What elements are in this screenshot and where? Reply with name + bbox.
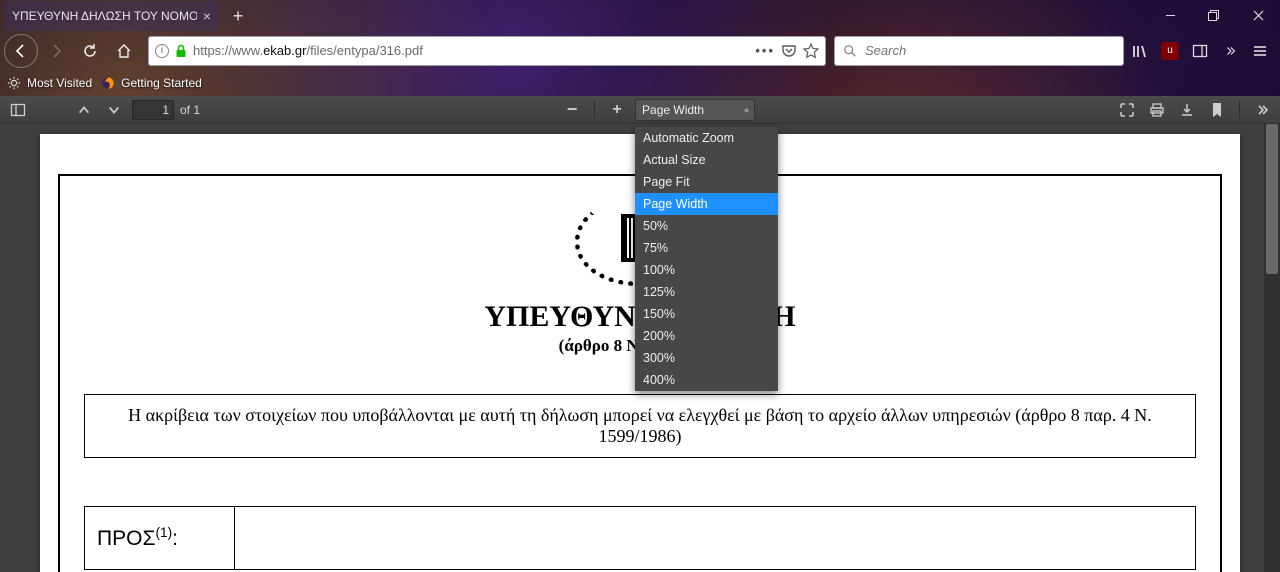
zoom-option[interactable]: 200%	[635, 325, 778, 347]
vertical-scrollbar[interactable]	[1264, 124, 1280, 572]
new-tab-button[interactable]: +	[225, 3, 251, 29]
pdf-zoom-select[interactable]: Page Width	[635, 99, 755, 121]
form-value-pros	[234, 506, 1196, 570]
bookmark-most-visited[interactable]: Most Visited	[6, 75, 92, 91]
nav-reload-button[interactable]	[74, 35, 106, 67]
zoom-option[interactable]: 50%	[635, 215, 778, 237]
pdf-page-input[interactable]	[132, 100, 174, 120]
app-menu-icon[interactable]	[1246, 36, 1274, 66]
zoom-option[interactable]: Page Fit	[635, 171, 778, 193]
pdf-bookmark-button[interactable]	[1205, 99, 1229, 121]
pocket-icon[interactable]	[781, 43, 797, 59]
info-icon[interactable]: i	[155, 44, 169, 58]
zoom-option[interactable]: Actual Size	[635, 149, 778, 171]
zoom-option[interactable]: Page Width	[635, 193, 778, 215]
close-tab-icon[interactable]: ×	[203, 8, 211, 24]
window-restore-button[interactable]	[1192, 0, 1236, 31]
pdf-download-button[interactable]	[1175, 99, 1199, 121]
search-input[interactable]	[865, 43, 1115, 58]
zoom-option[interactable]: Automatic Zoom	[635, 127, 778, 149]
window-minimize-button[interactable]	[1148, 0, 1192, 31]
pdf-zoom-menu[interactable]: Automatic ZoomActual SizePage FitPage Wi…	[635, 127, 778, 391]
search-icon	[843, 44, 857, 58]
pdf-next-page-button[interactable]	[102, 99, 126, 121]
pdf-zoom-out-button[interactable]: −	[560, 99, 584, 121]
nav-forward-button	[40, 35, 72, 67]
pdf-tools-button[interactable]	[1250, 99, 1274, 121]
form-label-pros: ΠΡΟΣ(1):	[84, 506, 234, 570]
pdf-page-total: of 1	[180, 103, 200, 117]
gear-icon	[6, 75, 22, 91]
overflow-icon[interactable]	[1216, 36, 1244, 66]
search-bar[interactable]	[834, 36, 1124, 66]
zoom-option[interactable]: 150%	[635, 303, 778, 325]
window-close-button[interactable]	[1236, 0, 1280, 31]
nav-home-button[interactable]	[108, 35, 140, 67]
zoom-option[interactable]: 400%	[635, 369, 778, 391]
pdf-sidebar-toggle-button[interactable]	[6, 99, 30, 121]
pdf-prev-page-button[interactable]	[72, 99, 96, 121]
zoom-option[interactable]: 300%	[635, 347, 778, 369]
zoom-option[interactable]: 75%	[635, 237, 778, 259]
library-icon[interactable]	[1126, 36, 1154, 66]
url-bar[interactable]: i https://www.ekab.gr/files/entypa/316.p…	[148, 36, 826, 66]
browser-tab[interactable]: ΥΠΕΥΘΥΝΗ ΔΗΛΩΣΗ ΤΟΥ ΝΟΜΟ ×	[4, 1, 219, 31]
url-text: https://www.ekab.gr/files/entypa/316.pdf	[193, 43, 423, 58]
tab-title: ΥΠΕΥΘΥΝΗ ΔΗΛΩΣΗ ΤΟΥ ΝΟΜΟ	[12, 9, 197, 23]
document-note-box: Η ακρίβεια των στοιχείων που υποβάλλοντα…	[84, 394, 1196, 458]
pdf-toolbar: of 1 − + Page Width Automatic ZoomActual…	[0, 96, 1280, 124]
bookmark-label: Most Visited	[27, 76, 92, 90]
sidebar-icon[interactable]	[1186, 36, 1214, 66]
bookmark-label: Getting Started	[121, 76, 202, 90]
pdf-print-button[interactable]	[1145, 99, 1169, 121]
bookmark-getting-started[interactable]: Getting Started	[100, 75, 202, 91]
pdf-presentation-button[interactable]	[1115, 99, 1139, 121]
lock-icon	[175, 44, 187, 58]
nav-back-button[interactable]	[4, 34, 38, 68]
page-actions-icon[interactable]: •••	[755, 43, 775, 58]
zoom-option[interactable]: 100%	[635, 259, 778, 281]
pdf-zoom-in-button[interactable]: +	[605, 99, 629, 121]
ublock-icon[interactable]: u	[1156, 36, 1184, 66]
zoom-option[interactable]: 125%	[635, 281, 778, 303]
form-row-pros: ΠΡΟΣ(1):	[84, 506, 1196, 570]
scrollbar-thumb[interactable]	[1266, 124, 1278, 274]
firefox-icon	[100, 75, 116, 91]
bookmark-star-icon[interactable]	[803, 43, 819, 59]
